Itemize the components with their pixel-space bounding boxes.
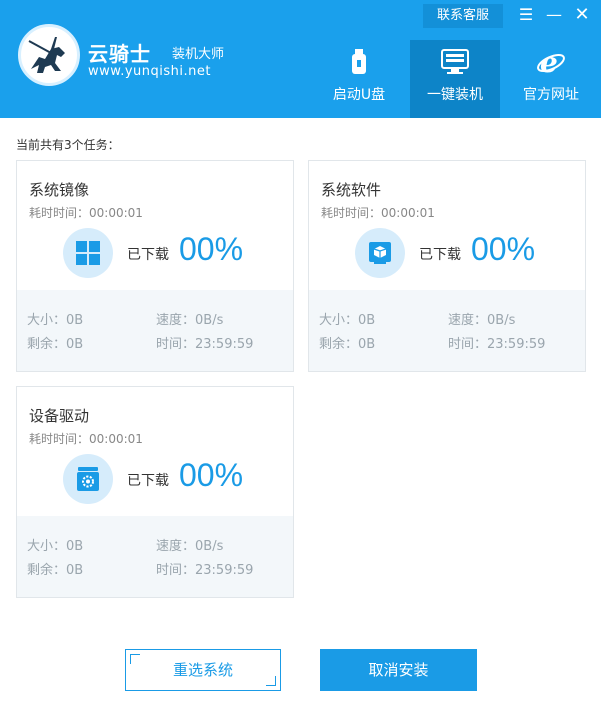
task-remaining: 剩余：0B	[27, 563, 84, 578]
task-card-system-image: 系统镜像 耗时时间：00:00:01 已下载 00% 大小：0B 剩余：0B 速…	[16, 160, 294, 372]
windows-icon	[63, 228, 113, 278]
downloaded-label: 已下载	[127, 247, 169, 263]
task-speed: 速度：0B/s	[156, 313, 224, 328]
usb-icon	[314, 48, 404, 76]
contact-support-button[interactable]: 联系客服	[423, 4, 503, 28]
task-time: 时间：23:59:59	[156, 563, 254, 578]
minimize-icon[interactable]: —	[541, 4, 567, 28]
nav-one-click-install-label: 一键装机	[427, 87, 483, 103]
driver-gear-icon	[63, 454, 113, 504]
task-remaining: 剩余：0B	[319, 337, 376, 352]
brand-name: 云骑士	[88, 42, 151, 66]
download-percent: 00%	[179, 231, 244, 267]
brand-suffix: 装机大师	[172, 47, 225, 62]
task-elapsed: 耗时时间：00:00:01	[29, 206, 143, 220]
header-bar: 云骑士 装机大师 www.yunqishi.net 联系客服 ☰ — ✕ 启动U…	[0, 0, 601, 118]
software-box-icon	[355, 228, 405, 278]
nav-boot-usb[interactable]: 启动U盘	[314, 40, 404, 118]
task-card-system-software: 系统软件 耗时时间：00:00:01 已下载 00% 大小：0B 剩余：0B 速…	[308, 160, 586, 372]
task-size: 大小：0B	[27, 313, 84, 328]
task-elapsed: 耗时时间：00:00:01	[321, 206, 435, 220]
task-time: 时间：23:59:59	[156, 337, 254, 352]
knight-logo-icon	[18, 24, 80, 86]
install-icon	[410, 48, 500, 76]
nav-boot-usb-label: 启动U盘	[332, 87, 386, 103]
task-title: 设备驱动	[29, 407, 90, 425]
task-speed: 速度：0B/s	[156, 539, 224, 554]
nav-official-site[interactable]: e 官方网址	[506, 40, 596, 118]
task-time: 时间：23:59:59	[448, 337, 546, 352]
task-title: 系统软件	[321, 181, 382, 199]
reselect-system-button[interactable]: 重选系统	[125, 649, 281, 691]
brand-url: www.yunqishi.net	[88, 64, 211, 79]
cancel-install-button[interactable]: 取消安装	[320, 649, 477, 691]
reselect-system-label: 重选系统	[172, 661, 233, 679]
download-percent: 00%	[179, 457, 244, 493]
task-remaining: 剩余：0B	[27, 337, 84, 352]
task-size: 大小：0B	[319, 313, 376, 328]
installer-window: 云骑士 装机大师 www.yunqishi.net 联系客服 ☰ — ✕ 启动U…	[0, 0, 601, 722]
task-title: 系统镜像	[29, 181, 90, 199]
nav-one-click-install[interactable]: 一键装机	[410, 40, 500, 118]
downloaded-label: 已下载	[419, 247, 461, 263]
nav-official-site-label: 官方网址	[523, 87, 579, 103]
download-percent: 00%	[471, 231, 536, 267]
task-size: 大小：0B	[27, 539, 84, 554]
close-icon[interactable]: ✕	[569, 4, 595, 28]
task-speed: 速度：0B/s	[448, 313, 516, 328]
ie-icon: e	[506, 48, 596, 76]
task-card-device-driver: 设备驱动 耗时时间：00:00:01 已下载 00% 大小：0B 剩余：0B 速…	[16, 386, 294, 598]
task-summary: 当前共有3个任务：	[16, 138, 120, 152]
task-elapsed: 耗时时间：00:00:01	[29, 432, 143, 446]
downloaded-label: 已下载	[127, 473, 169, 489]
menu-icon[interactable]: ☰	[513, 4, 539, 28]
